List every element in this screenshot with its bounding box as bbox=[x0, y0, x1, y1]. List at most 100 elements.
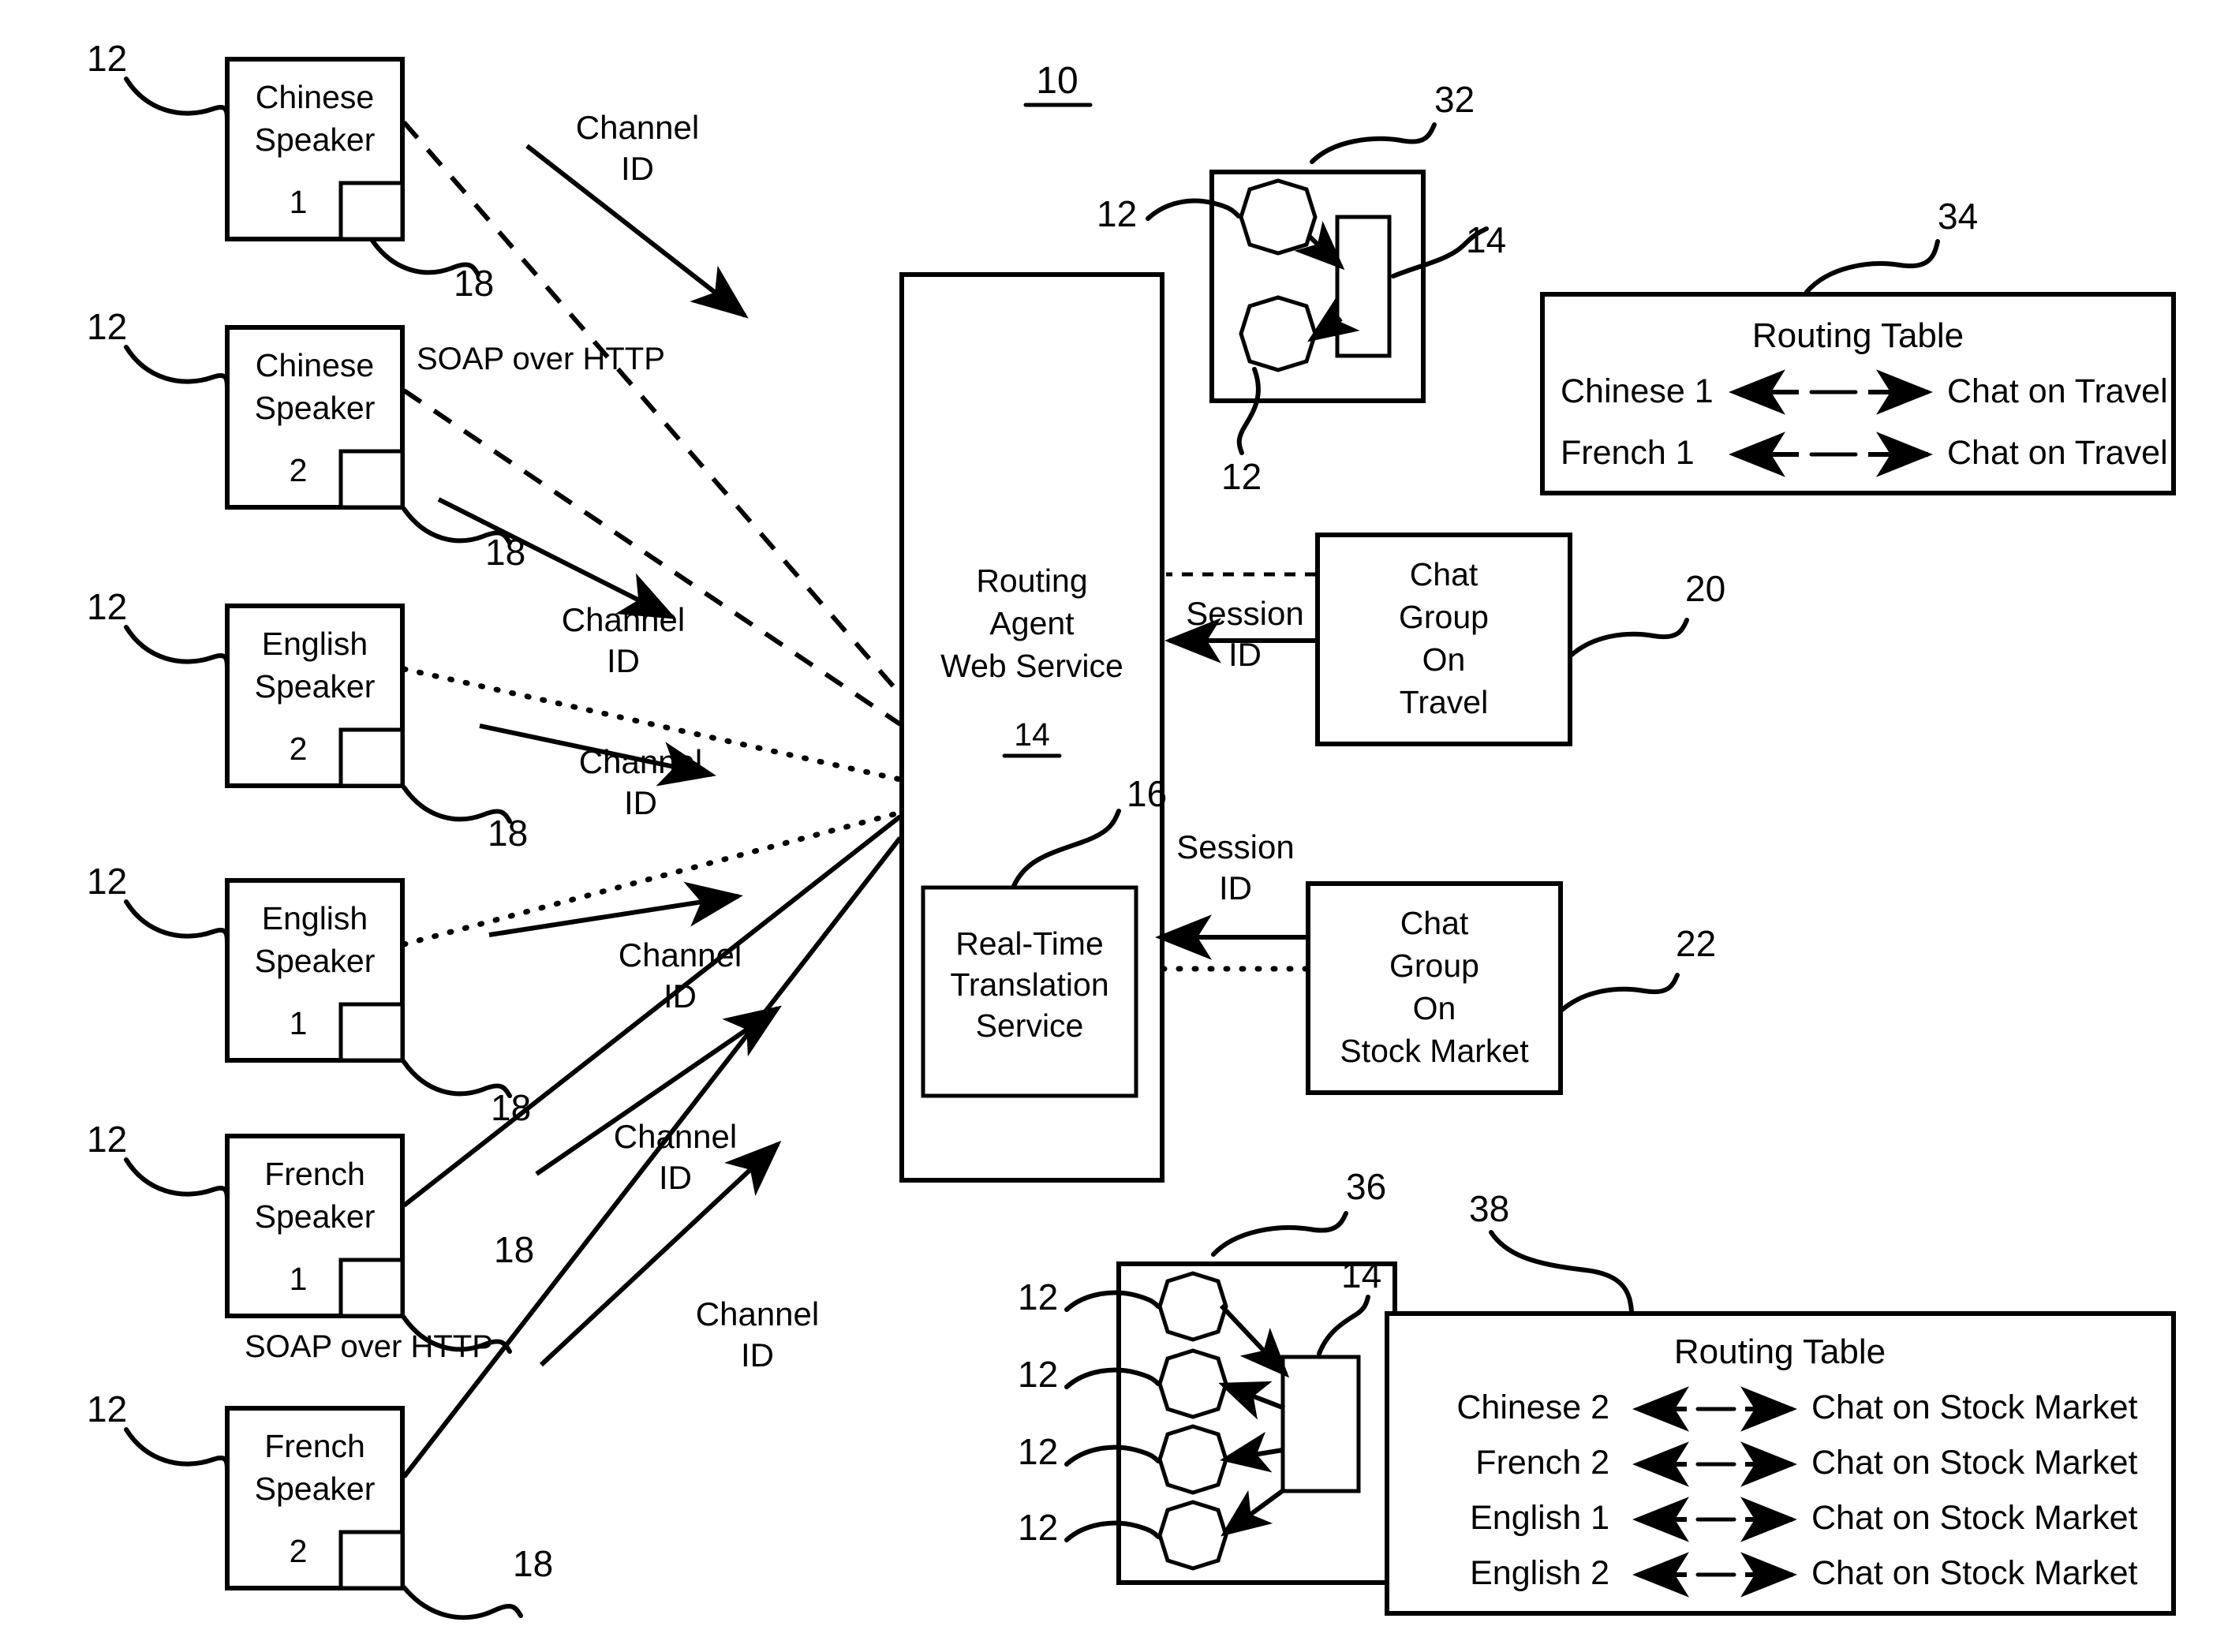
session-id-line1: Session bbox=[1186, 595, 1303, 632]
routing-agent-line1: Routing bbox=[976, 563, 1087, 599]
cluster-node-octagon[interactable] bbox=[1157, 1424, 1228, 1495]
speaker-index: 1 bbox=[290, 1005, 308, 1041]
ref-label-12: 12 bbox=[87, 38, 127, 79]
channel-id-label-line1: Channel bbox=[562, 601, 685, 638]
speaker-line2: Speaker bbox=[255, 390, 376, 426]
routing-row-target: Chat on Stock Market bbox=[1811, 1554, 2138, 1592]
ref-label-22: 22 bbox=[1676, 923, 1716, 964]
channel-id-label-line1: Channel bbox=[614, 1118, 737, 1155]
figure-ref-10-label: 10 bbox=[1036, 60, 1078, 102]
ref-label-16: 16 bbox=[1127, 773, 1167, 814]
speaker-port-box bbox=[338, 1002, 405, 1063]
ref-label-14: 14 bbox=[1466, 219, 1506, 260]
routing-row-target: Chat on Travel bbox=[1947, 434, 2168, 472]
ref-label-14: 14 bbox=[1341, 1254, 1381, 1295]
speaker-index: 1 bbox=[290, 184, 308, 220]
routing-row-source: English 2 bbox=[1470, 1554, 1609, 1592]
ref-label-34: 34 bbox=[1938, 196, 1978, 237]
patent-figure-canvas: 10 Chinese Speaker 1 12 18 Chinese Speak… bbox=[0, 0, 2213, 1652]
routing-row-target: Chat on Stock Market bbox=[1811, 1389, 2138, 1426]
speaker-line2: Speaker bbox=[255, 943, 376, 979]
cluster-node-octagon[interactable] bbox=[1239, 295, 1318, 372]
speaker-line1: English bbox=[262, 626, 368, 662]
channel-id-label-line1: Channel bbox=[576, 109, 699, 146]
channel-id-label-line2: ID bbox=[621, 150, 654, 187]
chat-group-line2: Group bbox=[1389, 947, 1479, 984]
routing-agent-line3: Web Service bbox=[940, 648, 1123, 684]
speaker-index: 2 bbox=[290, 731, 308, 767]
routing-row-target: Chat on Stock Market bbox=[1811, 1444, 2138, 1482]
chat-group-line3: On bbox=[1413, 990, 1456, 1026]
ref-label-32: 32 bbox=[1434, 79, 1475, 120]
ref-label-12: 12 bbox=[1097, 193, 1137, 234]
ref-label-18: 18 bbox=[494, 1229, 534, 1270]
network-diagram: 10 Chinese Speaker 1 12 18 Chinese Speak… bbox=[0, 0, 2213, 1652]
ref-label-12: 12 bbox=[1221, 456, 1262, 497]
chat-group-line2: Group bbox=[1399, 599, 1489, 635]
speaker-port-box bbox=[338, 727, 405, 788]
soap-over-http-bottom-label: SOAP over HTTP bbox=[245, 1329, 493, 1364]
chat-group-line3: On bbox=[1422, 641, 1466, 678]
ref-label-12: 12 bbox=[1018, 1276, 1058, 1317]
routing-row-source: Chinese 2 bbox=[1456, 1389, 1609, 1426]
cluster-node-octagon[interactable] bbox=[1239, 178, 1318, 256]
routing-row-source: French 2 bbox=[1475, 1444, 1609, 1482]
speaker-line1: French bbox=[264, 1428, 365, 1464]
routing-table-title: Routing Table bbox=[1752, 316, 1964, 355]
speaker-line2: Speaker bbox=[255, 121, 376, 158]
cluster-service-rect[interactable] bbox=[1335, 215, 1392, 358]
speaker-index: 2 bbox=[290, 452, 308, 488]
cluster-service-rect[interactable] bbox=[1280, 1355, 1361, 1493]
speaker-port-box bbox=[338, 181, 405, 241]
routing-row-source: Chinese 1 bbox=[1561, 372, 1714, 410]
channel-id-label-line2: ID bbox=[607, 642, 640, 679]
speaker-port-box bbox=[338, 449, 405, 510]
ref-label-36: 36 bbox=[1346, 1166, 1386, 1207]
channel-id-label-line1: Channel bbox=[579, 743, 702, 780]
chat-group-line4: Travel bbox=[1400, 684, 1488, 720]
speaker-index: 1 bbox=[290, 1261, 308, 1297]
routing-table-title: Routing Table bbox=[1674, 1332, 1886, 1371]
session-id-line2: ID bbox=[1219, 869, 1252, 906]
ref-label-20: 20 bbox=[1685, 568, 1725, 609]
channel-id-label-line1: Channel bbox=[696, 1295, 819, 1332]
chat-group-line1: Chat bbox=[1400, 905, 1469, 941]
channel-id-label-line2: ID bbox=[659, 1159, 692, 1196]
cluster-node-octagon[interactable] bbox=[1157, 1271, 1228, 1342]
cluster-node-octagon[interactable] bbox=[1157, 1348, 1228, 1419]
chat-group-line1: Chat bbox=[1410, 556, 1478, 592]
ref-label-18: 18 bbox=[454, 263, 494, 304]
routing-agent-web-service[interactable]: Routing Agent Web Service 14 Real-Time T… bbox=[899, 272, 1167, 1183]
ref-label-12: 12 bbox=[87, 1119, 127, 1160]
routing-row-source: English 1 bbox=[1470, 1499, 1609, 1537]
ref-label-12: 12 bbox=[87, 306, 127, 347]
speaker-line1: English bbox=[262, 900, 368, 936]
ref-label-38: 38 bbox=[1469, 1188, 1509, 1229]
translation-line2: Translation bbox=[950, 966, 1108, 1003]
speaker-port-box bbox=[338, 1258, 405, 1318]
routing-row-target: Chat on Travel bbox=[1947, 372, 2168, 410]
ref-label-12: 12 bbox=[87, 586, 127, 627]
speaker-index: 2 bbox=[290, 1533, 308, 1569]
translation-line3: Service bbox=[976, 1007, 1084, 1044]
ref-label-12: 12 bbox=[1018, 1431, 1058, 1472]
cluster-node-octagon[interactable] bbox=[1157, 1500, 1228, 1571]
translation-line1: Real-Time bbox=[955, 925, 1104, 962]
ref-label-12: 12 bbox=[1018, 1507, 1058, 1548]
routing-row-source: French 1 bbox=[1561, 434, 1695, 472]
chat-group-line4: Stock Market bbox=[1340, 1033, 1529, 1069]
speaker-line1: French bbox=[264, 1156, 365, 1192]
ref-label-18: 18 bbox=[488, 813, 528, 854]
speaker-line2: Speaker bbox=[255, 668, 376, 705]
ref-label-12: 12 bbox=[87, 861, 127, 902]
session-id-line1: Session bbox=[1176, 828, 1294, 865]
speaker-line1: Chinese bbox=[256, 79, 374, 115]
routing-agent-ref: 14 bbox=[1014, 716, 1050, 753]
ref-label-18: 18 bbox=[513, 1543, 553, 1584]
speaker-line2: Speaker bbox=[255, 1471, 376, 1507]
routing-row-target: Chat on Stock Market bbox=[1811, 1499, 2138, 1537]
routing-agent-line2: Agent bbox=[989, 605, 1075, 641]
channel-id-label-line2: ID bbox=[741, 1336, 774, 1374]
session-id-line2: ID bbox=[1228, 636, 1262, 673]
speaker-line2: Speaker bbox=[255, 1198, 376, 1235]
